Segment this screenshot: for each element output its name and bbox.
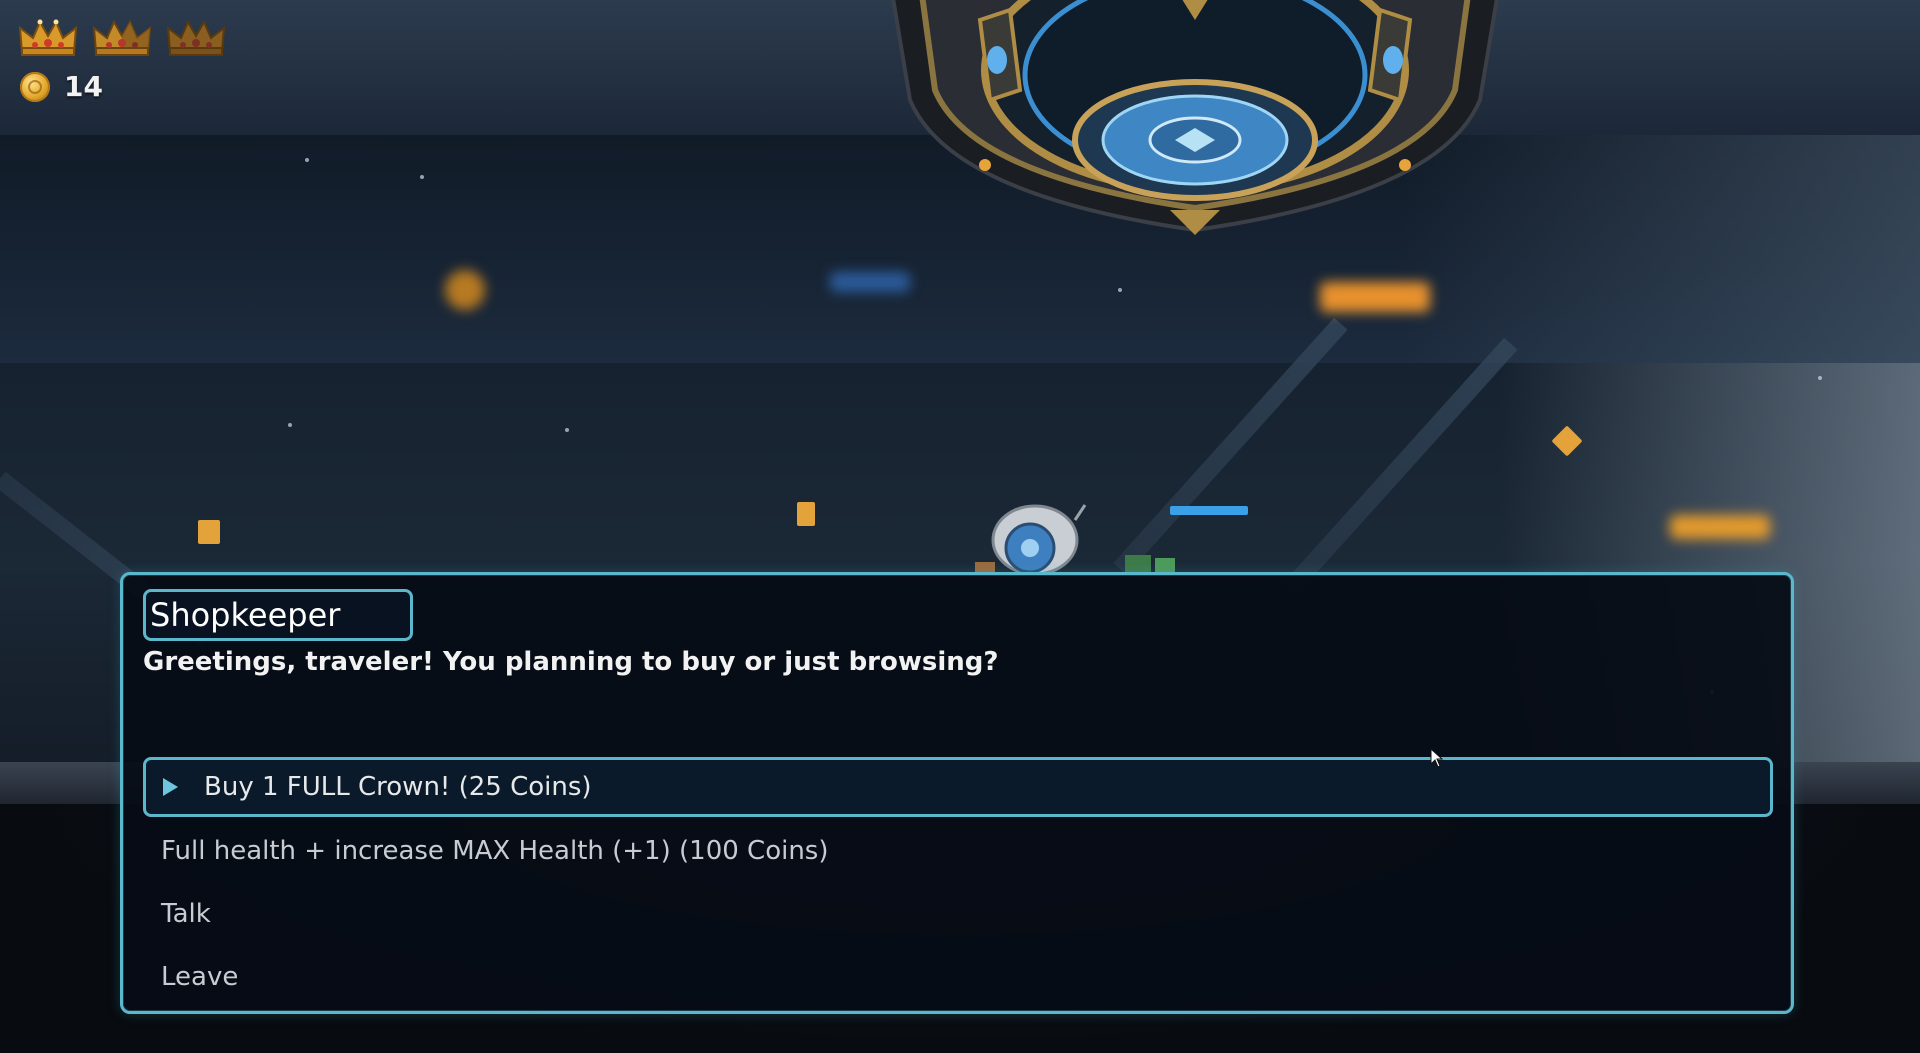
choice-label: Talk (161, 899, 211, 929)
particle (305, 158, 309, 162)
coin-icon (20, 71, 50, 102)
robot-character (975, 504, 1175, 576)
background-light (1320, 282, 1430, 312)
crown-icon (18, 19, 78, 56)
shop-dialog: Shopkeeper Greetings, traveler! You plan… (120, 572, 1794, 1014)
selection-arrow-icon (163, 778, 178, 796)
particle (420, 175, 424, 179)
background-light (797, 502, 815, 526)
hud: 14 (18, 18, 226, 103)
crown-icon (166, 19, 226, 56)
speaker-name: Shopkeeper (150, 596, 341, 634)
coin-counter: 14 (20, 70, 226, 103)
choice-talk[interactable]: Talk (143, 884, 1773, 944)
background-light (198, 520, 220, 544)
choice-label: Buy 1 FULL Crown! (25 Coins) (204, 772, 592, 802)
particle (288, 423, 292, 427)
dialog-text: Greetings, traveler! You planning to buy… (143, 647, 999, 677)
background-light (1670, 515, 1770, 539)
choice-label: Full health + increase MAX Health (+1) (… (161, 836, 829, 866)
mouse-cursor-icon (1430, 748, 1444, 768)
background-light (445, 270, 485, 310)
particle (1118, 288, 1122, 292)
coin-count: 14 (64, 70, 103, 103)
particle (1818, 376, 1822, 380)
particle (565, 428, 569, 432)
choice-max-health[interactable]: Full health + increase MAX Health (+1) (… (143, 821, 1773, 881)
background-light (830, 272, 910, 292)
ornate-ceiling-device (891, 0, 1499, 235)
crown-meter (18, 18, 226, 58)
choice-buy-crown[interactable]: Buy 1 FULL Crown! (25 Coins) (143, 757, 1773, 817)
speaker-nameplate: Shopkeeper (143, 589, 413, 641)
crown-icon (92, 19, 152, 56)
choice-leave[interactable]: Leave (143, 947, 1773, 1007)
choice-label: Leave (161, 962, 239, 992)
